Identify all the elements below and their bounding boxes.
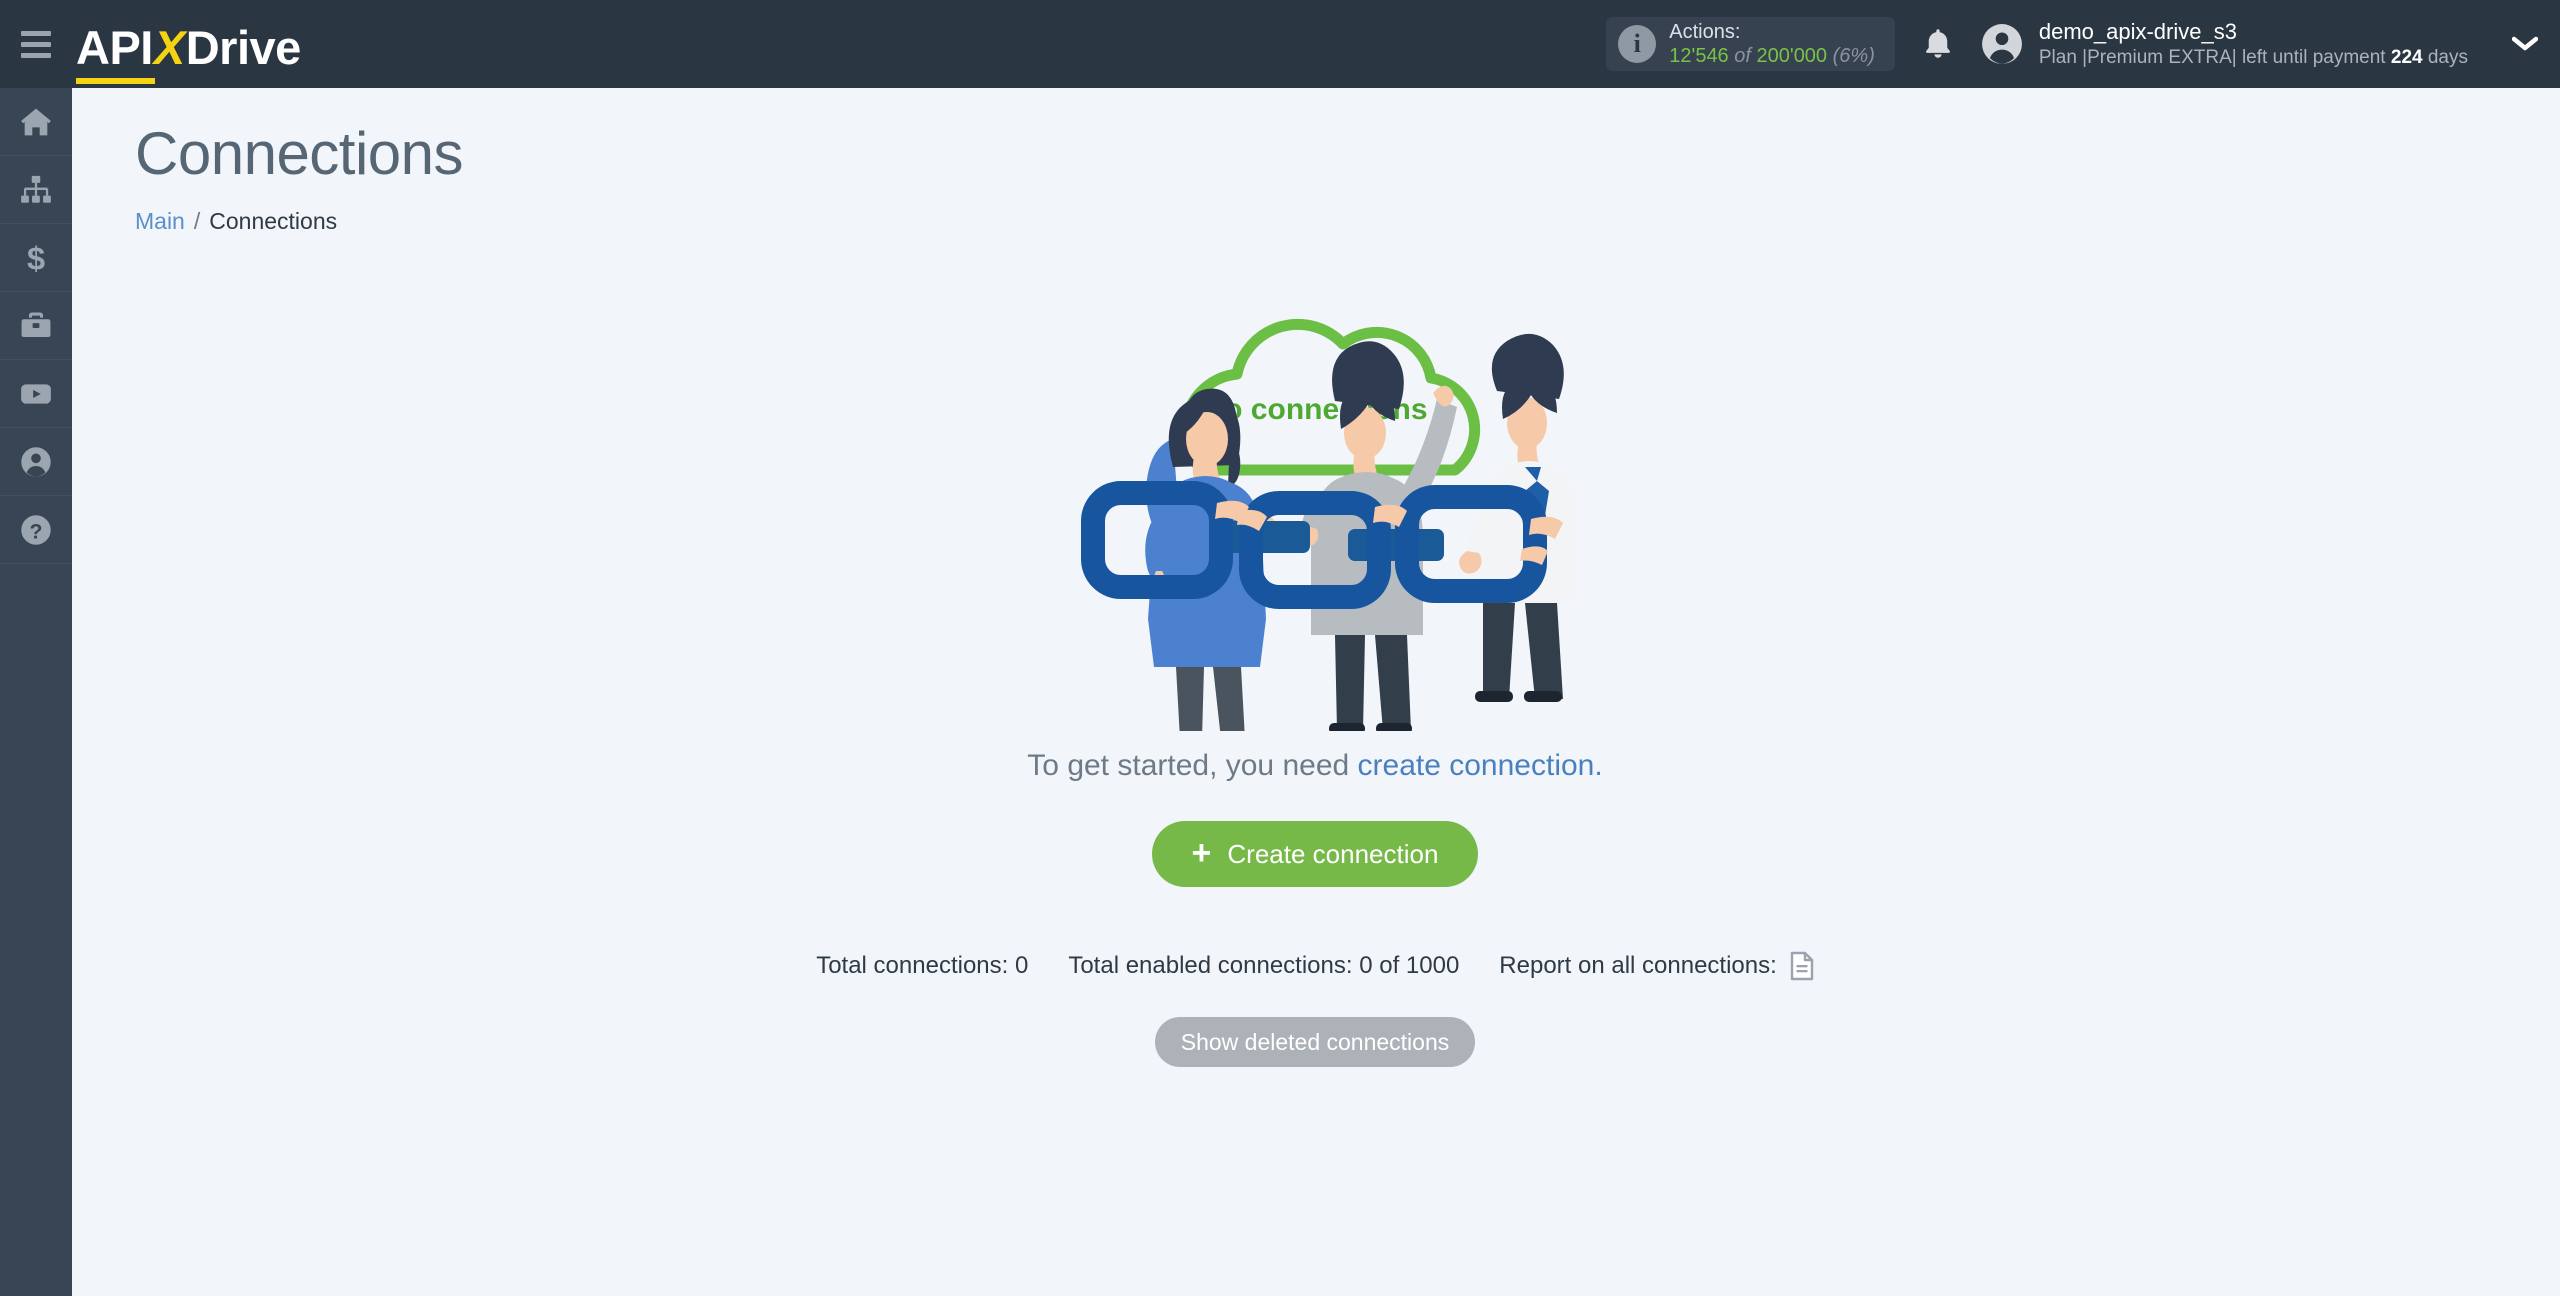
create-connection-link[interactable]: create connection. (1358, 749, 1603, 782)
actions-total: 200'000 (1756, 45, 1828, 67)
sidebar-item-home[interactable] (0, 88, 72, 156)
user-plan-suffix: days (2427, 46, 2468, 68)
chevron-down-icon (2512, 36, 2538, 51)
total-connections-stat: Total connections: 0 (816, 952, 1029, 979)
account-dropdown-toggle[interactable] (2490, 0, 2560, 88)
get-started-plain: To get started, you need (1027, 749, 1358, 782)
plus-icon: + (1191, 833, 1212, 872)
breadcrumb: Main / Connections (135, 208, 2560, 235)
get-started-text: To get started, you need create connecti… (1027, 749, 1602, 783)
avatar-user-icon (1981, 24, 2022, 64)
user-account-block[interactable]: demo_apix-drive_s3 Plan |Premium EXTRA| … (1981, 0, 2490, 88)
create-connection-button[interactable]: + Create connection (1151, 821, 1479, 887)
user-plan-days: 224 (2390, 46, 2423, 68)
actions-values: 12'546 of 200'000 (6%) (1669, 44, 1875, 68)
document-icon[interactable] (1790, 951, 1814, 981)
home-icon (21, 108, 51, 135)
report-all-connections: Report on all connections: (1499, 951, 1814, 981)
page-title: Connections (135, 120, 464, 187)
user-icon (21, 446, 51, 477)
actions-quota-badge[interactable]: i Actions: 12'546 of 200'000 (6%) (1606, 17, 1895, 71)
no-connections-illustration: No connections (1081, 318, 1578, 731)
briefcase-icon (21, 312, 51, 337)
logo-text-drive: Drive (185, 21, 302, 74)
actions-label: Actions: (1669, 20, 1741, 43)
empty-state-block: No connections To get started, you need … (135, 271, 2495, 1067)
show-deleted-connections-button[interactable]: Show deleted connections (1154, 1017, 1476, 1067)
sitemap-icon (21, 175, 51, 203)
create-connection-button-label: Create connection (1227, 838, 1439, 869)
sidebar-item-connections[interactable] (0, 156, 72, 224)
user-name: demo_apix-drive_s3 (2038, 19, 2237, 44)
sidebar-item-billing[interactable]: $ (0, 224, 72, 292)
total-enabled-connections-stat: Total enabled connections: 0 of 1000 (1068, 952, 1460, 979)
breadcrumb-current: Connections (209, 208, 338, 234)
top-header-bar: API X Drive i Actions: 12'546 of 200'000 (… (0, 0, 2560, 88)
apix-drive-logo[interactable]: API X Drive (76, 0, 301, 88)
report-label: Report on all connections: (1499, 952, 1777, 979)
hamburger-bar (21, 52, 51, 58)
header-right-group: i Actions: 12'546 of 200'000 (6%) demo_a… (1606, 0, 2560, 88)
main-content-area: Connections Main / Connections No connec… (72, 88, 2560, 1296)
logo-text-x: X (153, 21, 185, 74)
svg-text:?: ? (30, 519, 43, 543)
user-plan-info: Plan |Premium EXTRA| left until payment … (2039, 46, 2468, 69)
hamburger-menu-icon[interactable] (0, 0, 72, 88)
left-sidebar-nav: $ ? (0, 88, 72, 1296)
dollar-icon: $ (27, 241, 45, 275)
connections-stats-row: Total connections: 0 Total enabled conne… (816, 951, 1814, 981)
sidebar-item-videos[interactable] (0, 360, 72, 428)
hamburger-bar (21, 30, 51, 36)
svg-text:$: $ (27, 241, 45, 275)
actions-percent: (6%) (1832, 45, 1875, 67)
notifications-button[interactable] (1895, 0, 1981, 88)
breadcrumb-link-main[interactable]: Main (135, 208, 185, 235)
sidebar-item-business[interactable] (0, 292, 72, 360)
bell-icon (1925, 29, 1950, 58)
sidebar-item-help[interactable]: ? (0, 496, 72, 564)
actions-of-word: of (1734, 45, 1751, 67)
question-icon: ? (21, 514, 51, 545)
logo-text-api: API (76, 21, 155, 84)
sidebar-item-profile[interactable] (0, 428, 72, 496)
actions-used: 12'546 (1669, 45, 1729, 67)
info-icon: i (1618, 25, 1657, 63)
user-text-group: demo_apix-drive_s3 Plan |Premium EXTRA| … (2039, 19, 2468, 69)
breadcrumb-separator: / (193, 208, 201, 234)
hamburger-bar (21, 41, 51, 47)
user-plan-prefix: Plan |Premium EXTRA| left until payment (2038, 46, 2386, 68)
actions-quota-text: Actions: 12'546 of 200'000 (6%) (1669, 20, 1875, 69)
youtube-icon (21, 383, 51, 404)
